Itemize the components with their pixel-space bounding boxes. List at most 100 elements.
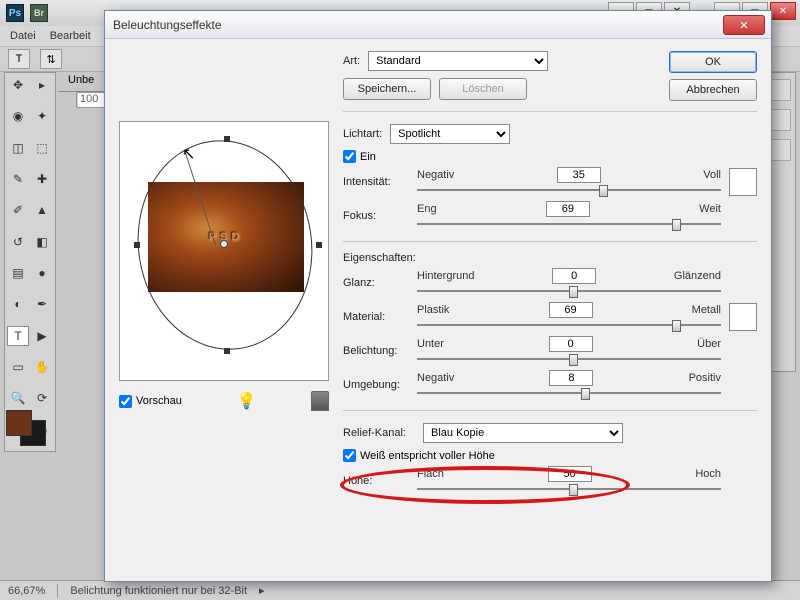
intensity-slider[interactable] — [417, 183, 721, 197]
light-type-select[interactable]: Spotlicht — [390, 124, 510, 144]
brush-tool[interactable]: ✐ — [7, 200, 29, 220]
zoom-tool[interactable]: 🔍 — [7, 388, 29, 408]
belichtung-right-label: Über — [697, 338, 721, 350]
style-select[interactable]: Standard — [368, 51, 548, 71]
intensity-left-label: Negativ — [417, 169, 454, 181]
eraser-tool[interactable]: ◧ — [31, 232, 53, 252]
dialog-close-button[interactable]: ✕ — [723, 15, 765, 35]
art-label: Art: — [343, 55, 360, 67]
save-style-button[interactable]: Speichern... — [343, 78, 431, 100]
belichtung-slider[interactable] — [417, 352, 721, 366]
hand-tool[interactable]: ✋ — [31, 357, 53, 377]
type-tool[interactable]: T — [7, 326, 29, 346]
panel-icon[interactable] — [769, 139, 791, 161]
ellipse-handle[interactable] — [224, 348, 230, 354]
ellipse-handle[interactable] — [134, 242, 140, 248]
preview-checkbox-input[interactable] — [119, 395, 132, 408]
preview-label: Vorschau — [136, 395, 182, 407]
dodge-tool[interactable]: ◐ — [7, 294, 29, 314]
light-on-label: Ein — [360, 151, 376, 163]
document-tab[interactable]: Unbe — [58, 72, 105, 91]
fokus-label: Fokus: — [343, 210, 409, 222]
statusbar: 66,67% Belichtung funktioniert nur bei 3… — [0, 580, 800, 600]
white-is-high-checkbox[interactable]: Weiß entspricht voller Höhe — [343, 449, 757, 462]
dialog-title: Beleuchtungseffekte — [113, 18, 222, 32]
panel-icon[interactable] — [769, 109, 791, 131]
shape-tool[interactable]: ▭ — [7, 357, 29, 377]
tools-panel: ✥ ▸ ◉ ✦ ◫ ⬚ ✎ ✚ ✐ ▲ ↺ ◧ ▤ ● ◐ ✒ T ▶ ▭ ✋ … — [4, 72, 56, 452]
hoehe-value[interactable] — [548, 466, 592, 482]
belichtung-left-label: Unter — [417, 338, 444, 350]
status-dropdown-icon[interactable]: ▸ — [259, 584, 265, 597]
slice-tool[interactable]: ⬚ — [31, 138, 53, 158]
light-color-swatch[interactable] — [729, 168, 757, 196]
belichtung-label: Belichtung: — [343, 345, 409, 357]
magic-wand-tool[interactable]: ✦ — [31, 106, 53, 126]
menu-edit[interactable]: Bearbeit — [50, 30, 91, 42]
fokus-left-label: Eng — [417, 203, 437, 215]
white-is-high-label: Weiß entspricht voller Höhe — [360, 450, 495, 462]
material-left-label: Plastik — [417, 304, 449, 316]
umgebung-value[interactable] — [549, 370, 593, 386]
material-slider[interactable] — [417, 318, 721, 332]
rotate-view-tool[interactable]: ⟳ — [31, 388, 53, 408]
healing-tool[interactable]: ✚ — [31, 169, 53, 189]
texture-channel-select[interactable]: Blau Kopie — [423, 423, 623, 443]
pen-tool[interactable]: ✒ — [31, 294, 53, 314]
history-brush-tool[interactable]: ↺ — [7, 232, 29, 252]
delete-style-button: Löschen — [439, 78, 527, 100]
light-on-input[interactable] — [343, 150, 356, 163]
foreground-color-swatch[interactable] — [6, 410, 32, 436]
ellipse-handle[interactable] — [316, 242, 322, 248]
ok-button[interactable]: OK — [669, 51, 757, 73]
fokus-value[interactable] — [546, 201, 590, 217]
material-right-label: Metall — [692, 304, 721, 316]
preview-area[interactable]: PSD ↖ — [119, 121, 329, 381]
menu-file[interactable]: Datei — [10, 30, 36, 42]
material-value[interactable] — [549, 302, 593, 318]
properties-label: Eigenschaften: — [343, 252, 757, 264]
trash-icon[interactable] — [311, 391, 329, 411]
gradient-tool[interactable]: ▤ — [7, 263, 29, 283]
move-tool[interactable]: ✥ — [7, 75, 29, 95]
material-label: Material: — [343, 311, 409, 323]
stamp-tool[interactable]: ▲ — [31, 200, 53, 220]
preview-checkbox[interactable]: Vorschau — [119, 395, 182, 408]
umgebung-slider[interactable] — [417, 386, 721, 400]
glanz-left-label: Hintergrund — [417, 270, 474, 282]
lightbulb-icon[interactable]: 💡 — [236, 391, 256, 411]
umgebung-left-label: Negativ — [417, 372, 454, 384]
white-is-high-input[interactable] — [343, 449, 356, 462]
fokus-slider[interactable] — [417, 217, 721, 231]
glanz-right-label: Glänzend — [674, 270, 721, 282]
lichtart-label: Lichtart: — [343, 128, 382, 140]
lasso-tool[interactable]: ◉ — [7, 106, 29, 126]
path-select-tool[interactable]: ▶ — [31, 326, 53, 346]
panel-icon[interactable] — [769, 79, 791, 101]
cancel-button[interactable]: Abbrechen — [669, 79, 757, 101]
glanz-value[interactable] — [552, 268, 596, 284]
bridge-logo[interactable]: Br — [30, 4, 48, 22]
light-center-handle[interactable] — [220, 240, 228, 248]
hoehe-left-label: Flach — [417, 468, 444, 480]
color-swatches[interactable] — [6, 410, 48, 442]
eyedropper-tool[interactable]: ✎ — [7, 169, 29, 189]
hoehe-label: Höhe: — [343, 475, 409, 487]
orientation-toggle[interactable]: ⇅ — [40, 49, 62, 69]
crop-tool[interactable]: ◫ — [7, 138, 29, 158]
light-on-checkbox[interactable]: Ein — [343, 150, 757, 163]
intensity-value[interactable] — [557, 167, 601, 183]
text-tool-indicator[interactable]: T — [8, 49, 30, 69]
app-close-button[interactable]: ✕ — [770, 2, 796, 20]
ambient-color-swatch[interactable] — [729, 303, 757, 331]
zoom-level[interactable]: 66,67% — [8, 585, 45, 597]
ellipse-handle[interactable] — [224, 136, 230, 142]
hoehe-right-label: Hoch — [695, 468, 721, 480]
belichtung-value[interactable] — [549, 336, 593, 352]
glanz-slider[interactable] — [417, 284, 721, 298]
intensity-label: Intensität: — [343, 176, 409, 188]
direct-select-tool[interactable]: ▸ — [31, 75, 53, 95]
hoehe-slider[interactable] — [417, 482, 721, 496]
blur-tool[interactable]: ● — [31, 263, 53, 283]
dialog-titlebar[interactable]: Beleuchtungseffekte ✕ — [105, 11, 771, 39]
